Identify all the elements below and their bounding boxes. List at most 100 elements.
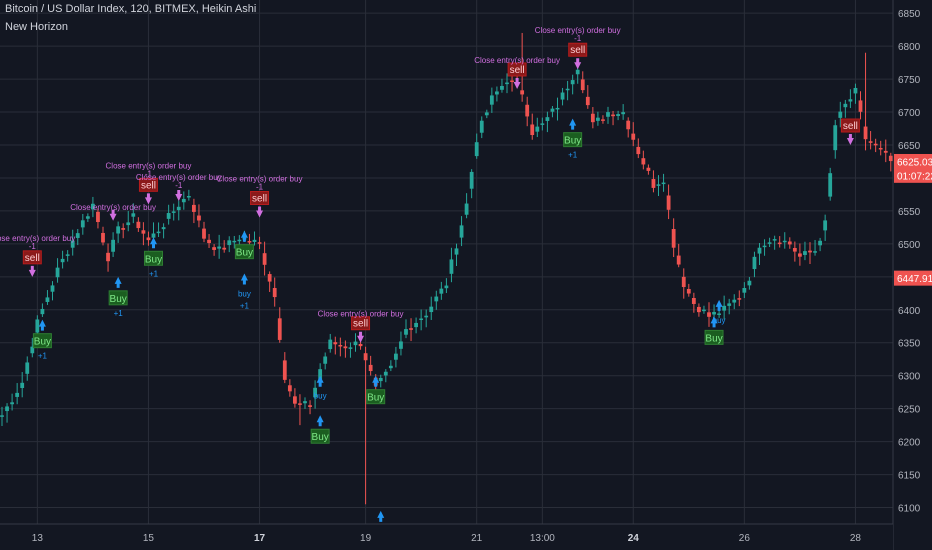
candle-body xyxy=(262,253,267,265)
candle-body xyxy=(712,311,716,315)
price-tick-label: 6200 xyxy=(898,438,921,449)
candle-body xyxy=(823,220,828,231)
candle-body xyxy=(752,256,757,270)
candle-body xyxy=(550,108,555,112)
time-tick-label: 21 xyxy=(471,533,483,544)
study-label[interactable]: New Horizon xyxy=(5,21,68,33)
candle-body xyxy=(197,215,201,221)
candle-body xyxy=(560,92,565,100)
price-chart[interactable]: Buy+1Buy+1Buy+1buy+1BuybuyBuyBuyBuy+1buy… xyxy=(0,0,932,550)
time-tick-label: 15 xyxy=(143,533,155,544)
candle-body xyxy=(404,329,408,335)
candle-body xyxy=(747,280,752,286)
candle-body xyxy=(85,216,90,219)
close-order-label: Close entry(s) order buy xyxy=(70,203,156,212)
price-tick-label: 6700 xyxy=(898,108,921,119)
candle-body xyxy=(308,405,312,407)
candle-body xyxy=(575,69,580,75)
candle-body xyxy=(636,146,641,155)
candle-body xyxy=(848,99,853,102)
candle-body xyxy=(449,259,454,274)
candle-body xyxy=(161,227,166,230)
candle-body xyxy=(767,242,772,244)
candle-body xyxy=(520,90,525,95)
buy-label: Buy xyxy=(110,294,127,305)
price-tick-label: 6850 xyxy=(898,9,921,20)
candle-body xyxy=(621,112,626,115)
buy-label: buy xyxy=(238,290,251,299)
candle-body xyxy=(540,123,545,125)
candle-body xyxy=(656,184,661,186)
candle-body xyxy=(565,88,570,91)
time-tick-label: 13:00 xyxy=(530,533,555,544)
close-order-label: Close entry(s) order buy xyxy=(318,310,404,319)
candle-body xyxy=(358,343,363,347)
candle-body xyxy=(323,356,328,364)
candle-body xyxy=(328,339,333,350)
candle-body xyxy=(500,85,504,90)
close-order-label: Close entry(s) order buy xyxy=(217,175,303,184)
candle-body xyxy=(803,251,807,255)
candle-body xyxy=(727,303,732,306)
candle-body xyxy=(40,308,45,315)
candle-body xyxy=(424,315,429,318)
candle-body xyxy=(489,95,494,105)
candle-body xyxy=(388,365,393,369)
candle-body xyxy=(75,233,80,238)
candle-body xyxy=(732,299,737,303)
candle-body xyxy=(535,126,540,132)
candle-body xyxy=(227,240,232,246)
candle-body xyxy=(681,276,686,288)
candle-body xyxy=(474,142,479,157)
candle-body xyxy=(782,240,787,243)
candle-body xyxy=(666,195,671,210)
sell-label: sell xyxy=(25,253,40,264)
candle-body xyxy=(808,250,812,253)
buy-qty-label: +1 xyxy=(38,352,48,361)
candle-body xyxy=(419,318,424,321)
candle-body xyxy=(287,385,292,392)
price-tick-label: 6250 xyxy=(898,405,921,416)
candle-body xyxy=(368,364,373,372)
candle-body xyxy=(257,242,262,244)
candle-body xyxy=(146,237,151,241)
candle-body xyxy=(80,220,85,228)
chart-title: Bitcoin / US Dollar Index, 120, BITMEX, … xyxy=(5,3,257,15)
candle-body xyxy=(464,203,469,215)
candle-body xyxy=(661,182,666,185)
close-order-label: Close entry(s) order buy xyxy=(136,173,222,182)
candle-body xyxy=(45,297,50,302)
candle-body xyxy=(65,254,70,256)
candle-body xyxy=(434,296,439,302)
candle-body xyxy=(505,82,509,85)
sell-qty-label: -1 xyxy=(574,34,582,43)
buy-label: Buy xyxy=(367,393,384,404)
candle-body xyxy=(282,360,287,380)
candle-body xyxy=(237,239,242,242)
candle-body xyxy=(798,253,802,257)
buy-label: Buy xyxy=(564,136,581,147)
candle-body xyxy=(818,240,822,246)
candle-body xyxy=(833,125,838,151)
candle-body xyxy=(0,415,4,417)
time-tick-label: 19 xyxy=(360,533,372,544)
buy-label: Buy xyxy=(705,333,722,344)
candle-body xyxy=(126,222,131,226)
sell-qty-label: -1 xyxy=(256,183,264,192)
candle-body xyxy=(222,247,227,250)
candle-body xyxy=(414,322,418,328)
close-order-label: Close entry(s) order buy xyxy=(474,56,560,65)
candle-body xyxy=(611,114,615,117)
candle-body xyxy=(181,198,186,203)
buy-label: Buy xyxy=(145,254,162,265)
price-axis: 6100615062006250630063506400645065006550… xyxy=(892,0,932,550)
candle-body xyxy=(192,204,196,212)
candle-body xyxy=(868,141,873,143)
candle-body xyxy=(363,353,368,361)
candle-body xyxy=(787,241,792,245)
candle-body xyxy=(484,112,489,116)
candle-body xyxy=(525,104,530,117)
price-badge-label: 6447.91 xyxy=(897,274,932,285)
candle-body xyxy=(883,150,888,153)
candle-body xyxy=(151,233,156,238)
